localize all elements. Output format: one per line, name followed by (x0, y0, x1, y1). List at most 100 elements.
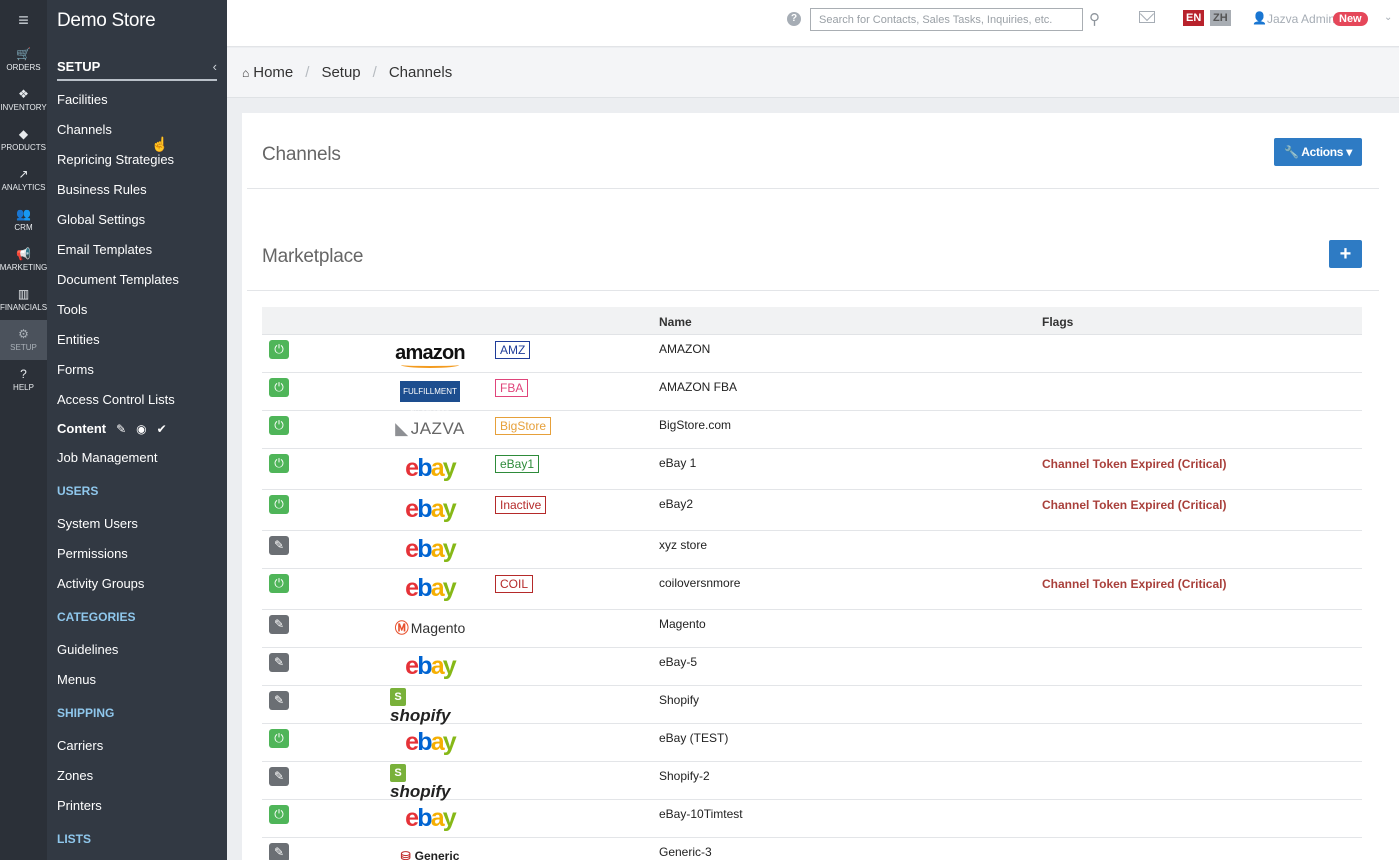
search-icon[interactable]: ⚲ (1089, 10, 1100, 28)
bar-chart-icon: ▥ (17, 287, 30, 301)
table-row[interactable]: ⏻ amazon AMZ AMAZON (262, 335, 1362, 373)
breadcrumb-setup[interactable]: Setup (321, 64, 360, 81)
channel-name[interactable]: Shopify (659, 693, 699, 707)
sidebar-item-entities[interactable]: Entities (47, 325, 227, 355)
table-row[interactable]: ✎ ⛁ Generic Generic-3 (262, 838, 1362, 860)
envelope-icon[interactable] (1139, 11, 1155, 23)
channel-name[interactable]: coiloversnmore (659, 576, 740, 590)
channel-name[interactable]: Shopify-2 (659, 769, 710, 783)
sidebar-item-forms[interactable]: Forms (47, 355, 227, 385)
rail-item-inventory[interactable]: ❖ INVENTORY (0, 80, 47, 120)
hamburger-menu-icon[interactable]: ≡ (0, 0, 47, 40)
power-toggle-icon[interactable]: ⏻ (269, 378, 289, 397)
power-toggle-icon[interactable]: ⏻ (269, 729, 289, 748)
sidebar-item-business-rules[interactable]: Business Rules (47, 175, 227, 205)
rail-item-help[interactable]: ? HELP (0, 360, 47, 400)
help-circle-icon[interactable]: ? (787, 12, 801, 26)
channel-name[interactable]: AMAZON FBA (659, 380, 737, 394)
table-row[interactable]: ✎ ebay eBay-5 (262, 648, 1362, 686)
sidebar-item-repricing-strategies[interactable]: Repricing Strategies (47, 145, 227, 175)
channel-name[interactable]: Generic-3 (659, 845, 712, 859)
table-row[interactable]: ✎ Sshopify Shopify (262, 686, 1362, 725)
wrench-settings-icon[interactable]: ✎ (269, 615, 289, 634)
channel-name[interactable]: eBay2 (659, 497, 693, 511)
breadcrumb: ⌂ Home / Setup / Channels (227, 48, 1399, 98)
sidebar-item-menus[interactable]: Menus (47, 665, 227, 695)
channel-flag: Channel Token Expired (Critical) (1042, 457, 1227, 471)
table-row[interactable]: ⏻ ebay eBay-10Timtest (262, 800, 1362, 838)
sidebar-item-activity-groups[interactable]: Activity Groups (47, 569, 227, 599)
rail-item-crm[interactable]: 👥 CRM (0, 200, 47, 240)
global-search-input[interactable] (810, 8, 1083, 31)
eye-icon[interactable]: ◉ (136, 414, 146, 444)
sidebar-item-tools[interactable]: Tools (47, 295, 227, 325)
channel-name[interactable]: Magento (659, 617, 706, 631)
sidebar-item-facilities[interactable]: Facilities (47, 85, 227, 115)
rail-item-setup[interactable]: ⚙ SETUP (0, 320, 47, 360)
sidebar-item-email-templates[interactable]: Email Templates (47, 235, 227, 265)
channel-name[interactable]: eBay-10Timtest (659, 807, 743, 821)
actions-label: Actions (1301, 145, 1344, 159)
sidebar-item-permissions[interactable]: Permissions (47, 539, 227, 569)
actions-dropdown-button[interactable]: 🔧 Actions ▾ (1274, 138, 1362, 166)
sidebar-item-document-templates[interactable]: Document Templates (47, 265, 227, 295)
breadcrumb-separator: / (305, 64, 310, 81)
power-toggle-icon[interactable]: ⏻ (269, 340, 289, 359)
sidebar-item-printers[interactable]: Printers (47, 791, 227, 821)
table-row[interactable]: ⏻ FULFILLMENT by amazon FBA AMAZON FBA (262, 373, 1362, 417)
table-row[interactable]: ⏻ ebay eBay (TEST) (262, 724, 1362, 762)
sidebar-item-system-users[interactable]: System Users (47, 509, 227, 539)
rail-item-orders[interactable]: 🛒 ORDERS (0, 40, 47, 80)
language-zh-button[interactable]: ZH (1210, 10, 1231, 26)
sidebar-item-guidelines[interactable]: Guidelines (47, 635, 227, 665)
divider (247, 290, 1379, 291)
sidebar-item-channels[interactable]: Channels (47, 115, 227, 145)
table-row[interactable]: ✎ Ⓜ Magento Magento (262, 610, 1362, 648)
channel-name[interactable]: AMAZON (659, 342, 710, 356)
wrench-settings-icon[interactable]: ✎ (269, 653, 289, 672)
power-toggle-icon[interactable]: ⏻ (269, 454, 289, 473)
line-chart-icon: ↗ (18, 167, 29, 181)
channel-name[interactable]: BigStore.com (659, 418, 731, 432)
table-row[interactable]: ✎ Sshopify Shopify-2 (262, 762, 1362, 801)
wrench-settings-icon[interactable]: ✎ (269, 691, 289, 710)
language-en-button[interactable]: EN (1183, 10, 1205, 26)
power-toggle-icon[interactable]: ⏻ (269, 574, 289, 593)
breadcrumb-home[interactable]: Home (253, 64, 293, 81)
channel-name[interactable]: eBay (TEST) (659, 731, 728, 745)
ebay-logo: ebay (390, 804, 470, 832)
rail-item-analytics[interactable]: ↗ ANALYTICS (0, 160, 47, 200)
ebay-letter: b (417, 803, 432, 832)
sidebar-item-zones[interactable]: Zones (47, 761, 227, 791)
table-row[interactable]: ⏻ ◣ JAZVA BigStore BigStore.com (262, 411, 1362, 449)
table-row[interactable]: ⏻ ebay Inactive eBay2 Channel Token Expired … (262, 490, 1362, 531)
sidebar-item-content[interactable]: Content ✎ ◉ ✔ (47, 415, 227, 443)
edit-icon[interactable]: ✎ (116, 414, 126, 444)
channel-name[interactable]: xyz store (659, 538, 707, 552)
sidebar-item-job-management[interactable]: Job Management (47, 443, 227, 473)
rail-item-financials[interactable]: ▥ FINANCIALS (0, 280, 47, 320)
rail-item-marketing[interactable]: 📢 MARKETING (0, 240, 47, 280)
checkmark-icon[interactable]: ✔ (157, 414, 167, 444)
table-row[interactable]: ✎ ebay xyz store (262, 531, 1362, 569)
power-toggle-icon[interactable]: ⏻ (269, 416, 289, 435)
page-title: Channels (262, 144, 341, 165)
collapse-chevron-left-icon[interactable]: ‹ (213, 59, 217, 74)
table-row[interactable]: ⏻ ebay eBay1 eBay 1 Channel Token Expired (C… (262, 449, 1362, 490)
power-toggle-icon[interactable]: ⏻ (269, 495, 289, 514)
power-toggle-icon[interactable]: ⏻ (269, 805, 289, 824)
wrench-settings-icon[interactable]: ✎ (269, 843, 289, 860)
user-menu-name[interactable]: Jazva Admin (1267, 12, 1335, 26)
sidebar-item-global-settings[interactable]: Global Settings (47, 205, 227, 235)
channel-name[interactable]: eBay-5 (659, 655, 697, 669)
add-channel-button[interactable]: + (1329, 240, 1362, 268)
sidebar-item-carriers[interactable]: Carriers (47, 731, 227, 761)
table-row[interactable]: ⏻ ebay COIL coiloversnmore Channel Token Exp… (262, 569, 1362, 610)
sidebar-item-access-control-lists[interactable]: Access Control Lists (47, 385, 227, 415)
chevron-down-icon[interactable]: ⌄ (1384, 12, 1392, 23)
wrench-settings-icon[interactable]: ✎ (269, 536, 289, 555)
wrench-settings-icon[interactable]: ✎ (269, 767, 289, 786)
rail-item-products[interactable]: ◆ PRODUCTS (0, 120, 47, 160)
channel-name[interactable]: eBay 1 (659, 456, 696, 470)
ebay-logo: ebay (390, 652, 470, 680)
